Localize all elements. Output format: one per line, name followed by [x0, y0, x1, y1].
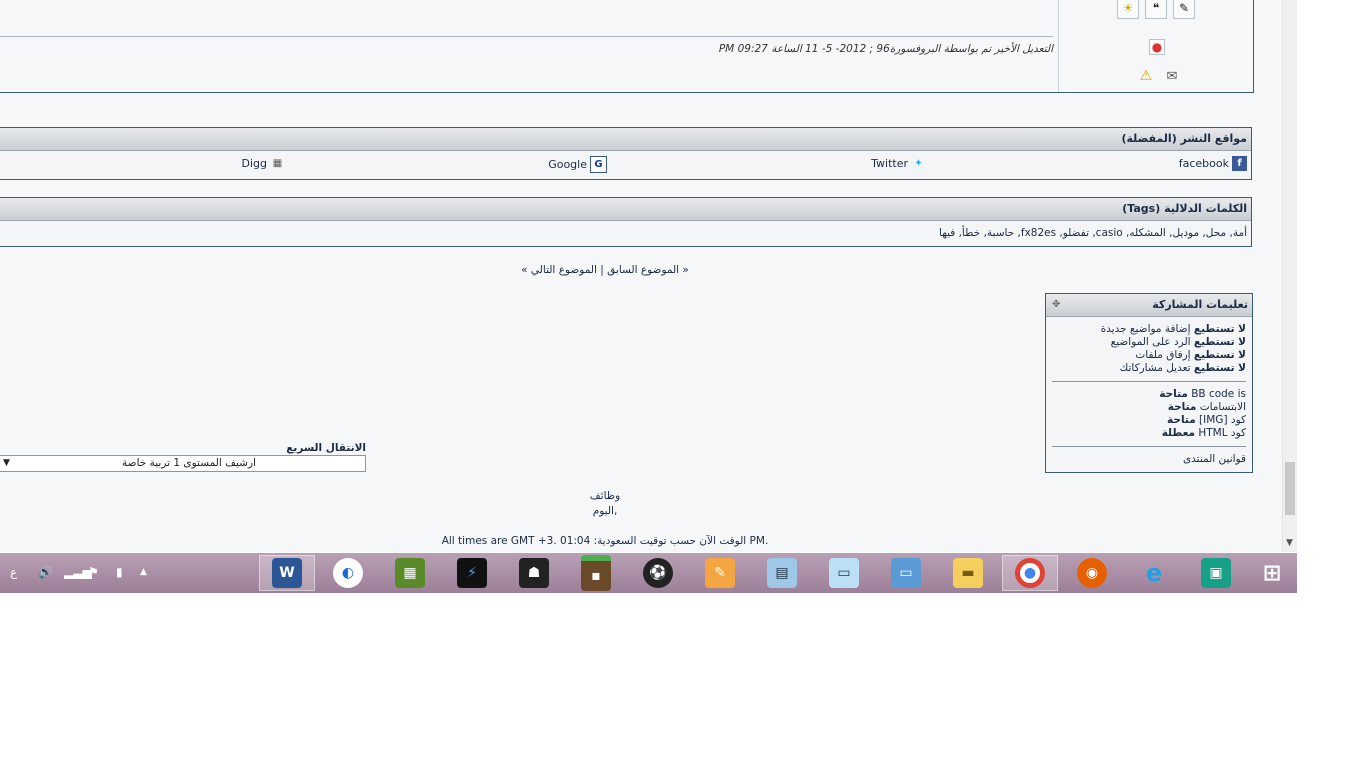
divider [1052, 446, 1246, 447]
digg-link[interactable]: Digg ▦ [242, 156, 286, 171]
reputation-icon[interactable]: ☀ [1117, 0, 1139, 19]
permission-row: لا تستطيع إرفاق ملفات [1135, 349, 1246, 361]
quick-nav-select[interactable]: ▼ ارشيف المستوى 1 تربية خاصة [0, 455, 366, 472]
tags-panel: الكلمات الدلالية (Tags) أمة, محل, موديل,… [0, 197, 1252, 247]
assassin-icon[interactable]: ☗ [506, 555, 562, 591]
facebook-icon: f [1232, 156, 1247, 171]
firefox-icon[interactable]: ◉ [1064, 555, 1120, 591]
minecraft-icon[interactable]: ▦ [382, 555, 438, 591]
post-footer: التعديل الأخير تم بواسطة البروفسورة96 ; … [0, 0, 1254, 93]
scroll-thumb[interactable] [1285, 462, 1295, 515]
code-row: كود [IMG] متاحة [1167, 414, 1246, 426]
social-panel-title: مواقع النشر (المفضلة) [0, 128, 1251, 151]
chrome-icon[interactable]: ● [1002, 555, 1058, 591]
volume-icon[interactable]: 🔊 [38, 565, 53, 579]
report-icon[interactable]: ✉ [1163, 67, 1181, 85]
window-icon[interactable]: ▭ [878, 555, 934, 591]
action-center-icon[interactable]: ⚑ [88, 565, 99, 579]
permission-row: لا تستطيع تعديل مشاركاتك [1119, 362, 1246, 374]
store-icon[interactable]: ▣ [1188, 555, 1244, 591]
permission-row: لا تستطيع الرد على المواضيع [1110, 336, 1246, 348]
permission-row: لا تستطيع إضافة مواضيع جديدة [1100, 323, 1246, 335]
edit-icon[interactable]: ✎ [1173, 0, 1195, 19]
permissions-title: تعليمات المشاركة [1152, 298, 1248, 311]
ie-icon[interactable]: e [1126, 555, 1182, 591]
digg-icon: ▦ [272, 158, 283, 169]
user-info-column: ✎ ❝ ☀ ● ⚠ ✉ [1058, 0, 1253, 92]
code-row: BB code is متاحة [1159, 388, 1246, 400]
forum-rules-link[interactable]: قوانين المنتدى [1052, 453, 1246, 466]
timezone-note: All times are GMT +3. الوقت الآن حسب توق… [441, 535, 769, 547]
pes-icon[interactable]: ⚽ [630, 555, 686, 591]
taskbar: ع 🔊 ▂▃▅ ⚑ ▮ ▲ W ◐ ▦ ⚡ ☗ ▪ ⚽ ✎ ▤ ▭ ▭ ▬ ● … [0, 553, 1297, 593]
twitter-link[interactable]: Twitter ✦ [871, 156, 926, 171]
thread-navigation: « الموضوع السابق | الموضوع التالي » [521, 264, 689, 276]
twitter-icon: ✦ [914, 158, 923, 169]
scroll-down-arrow-icon[interactable]: ▼ [1286, 538, 1293, 548]
explorer-icon[interactable]: ▬ [940, 555, 996, 591]
dropdown-arrow-icon: ▼ [3, 458, 10, 468]
paint-icon[interactable]: ✎ [692, 555, 748, 591]
browser-icon[interactable]: ◐ [320, 555, 376, 591]
quote-icon[interactable]: ❝ [1145, 0, 1167, 19]
offline-status-icon: ● [1149, 39, 1165, 55]
code-row: الابتسامات متاحة [1167, 401, 1246, 413]
code-row: كود HTML معطلة [1161, 427, 1246, 439]
posting-permissions-box: تعليمات المشاركة ✥ لا تستطيع إضافة مواضي… [1045, 293, 1253, 473]
warning-icon[interactable]: ⚠ [1137, 67, 1155, 85]
footer-link-today[interactable]: اليوم, [560, 505, 650, 517]
grass-icon[interactable]: ▪ [568, 555, 624, 591]
post-divider [0, 36, 1053, 37]
facebook-link[interactable]: facebook f [1179, 156, 1247, 171]
edit-note: التعديل الأخير تم بواسطة البروفسورة96 ; … [718, 43, 1053, 55]
start-icon[interactable]: ⊞ [1244, 555, 1300, 591]
footer-link-jobs[interactable]: وظائف [560, 490, 650, 502]
divider [1052, 381, 1246, 382]
input-language[interactable]: ع [10, 565, 17, 579]
battery-icon[interactable]: ▮ [116, 565, 123, 579]
google-icon: G [590, 156, 607, 173]
tags-list[interactable]: أمة, محل, موديل, المشكله, casio, تفضلو, … [0, 221, 1251, 245]
forum-page: التعديل الأخير تم بواسطة البروفسورة96 ; … [0, 0, 1282, 552]
calculator-icon[interactable]: ▤ [754, 555, 810, 591]
tags-panel-title: الكلمات الدلالية (Tags) [0, 198, 1251, 221]
social-links: facebook f Twitter ✦ Google G Digg ▦ [0, 151, 1251, 179]
social-bookmarks-panel: مواقع النشر (المفضلة) facebook f Twitter… [0, 127, 1252, 180]
collapse-icon[interactable]: ✥ [1052, 299, 1060, 310]
quick-nav-label: الانتقال السريع [286, 442, 366, 454]
notepad-icon[interactable]: ▭ [816, 555, 872, 591]
vertical-scrollbar[interactable]: ▼ [1282, 0, 1297, 552]
game-icon[interactable]: ⚡ [444, 555, 500, 591]
next-thread-link[interactable]: الموضوع التالي » [521, 264, 597, 276]
previous-thread-link[interactable]: « الموضوع السابق [607, 264, 689, 276]
google-link[interactable]: Google G [548, 156, 607, 173]
show-hidden-icons-icon[interactable]: ▲ [140, 567, 147, 577]
word-icon[interactable]: W [259, 555, 315, 591]
